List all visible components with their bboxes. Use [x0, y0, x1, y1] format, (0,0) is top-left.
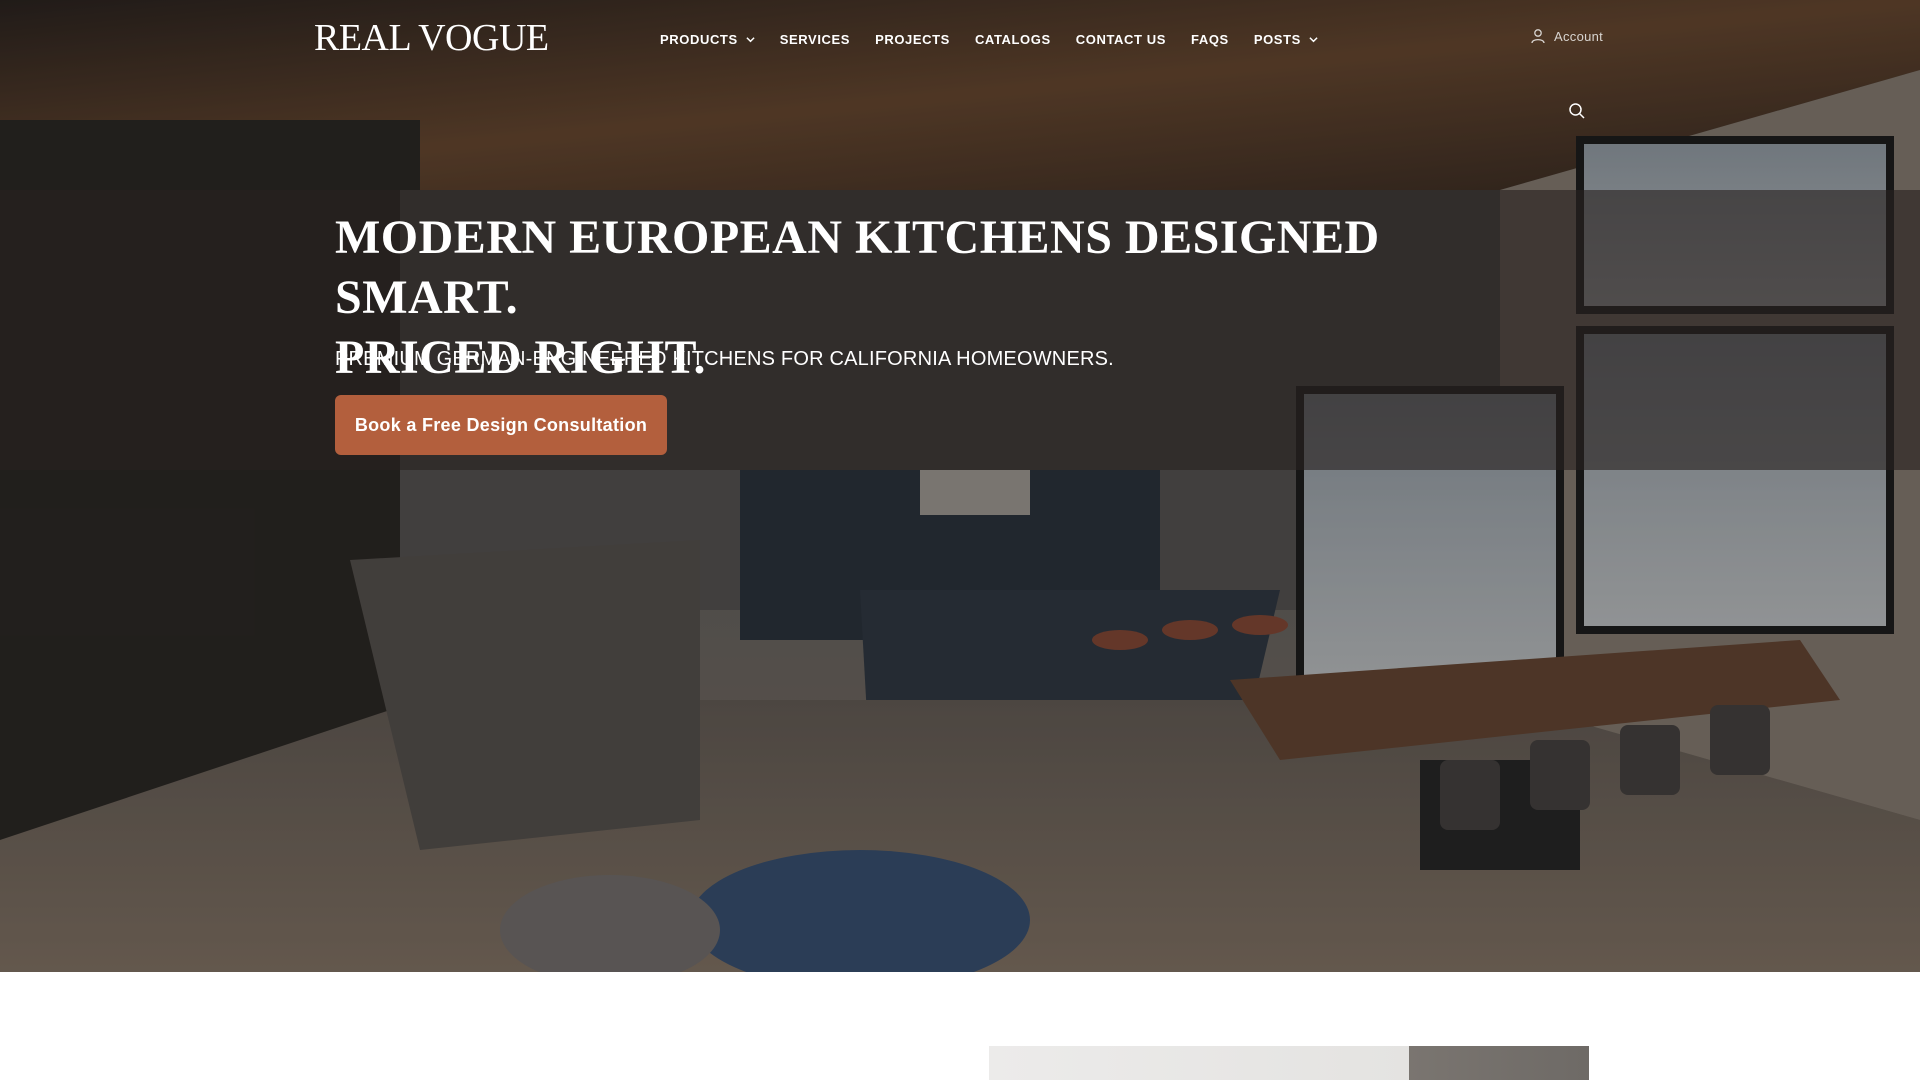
chevron-down-icon [1309, 36, 1318, 42]
site-header: REAL VOGUE PRODUCTS SERVICES PROJECTS CA… [0, 0, 1920, 119]
user-icon [1531, 29, 1545, 44]
nav-label: CATALOGS [974, 31, 1051, 47]
nav-item-services[interactable]: SERVICES [780, 28, 850, 50]
nav-label: FAQS [1191, 31, 1229, 47]
nav-item-faqs[interactable]: FAQS [1191, 28, 1229, 50]
nav-item-catalogs[interactable]: CATALOGS [975, 28, 1051, 50]
nav-item-projects[interactable]: PROJECTS [875, 28, 950, 50]
nav-label: POSTS [1253, 31, 1301, 47]
book-consultation-button[interactable]: Book a Free Design Consultation [335, 395, 667, 455]
nav-item-contact-us[interactable]: CONTACT US [1076, 28, 1166, 50]
account-label: Account [1554, 28, 1604, 44]
section-preview-image [989, 1046, 1589, 1080]
nav-label: CONTACT US [1075, 31, 1167, 47]
nav-item-posts[interactable]: POSTS [1254, 28, 1318, 50]
nav-label: SERVICES [779, 31, 851, 47]
main-nav: PRODUCTS SERVICES PROJECTS CATALOGS CONT… [660, 28, 1343, 50]
nav-label: PROJECTS [875, 31, 950, 47]
nav-label: PRODUCTS [660, 31, 738, 47]
hero-subheadline: PREMIUM GERMAN-ENGINEERED KITCHENS FOR C… [335, 348, 1114, 370]
account-link[interactable]: Account [1530, 28, 1603, 44]
hero-overlay [0, 0, 1920, 972]
headline-line-1: MODERN EUROPEAN KITCHENS DESIGNED SMART. [335, 211, 1380, 324]
logo[interactable]: REAL VOGUE [314, 18, 549, 58]
chevron-down-icon [746, 36, 755, 42]
nav-item-products[interactable]: PRODUCTS [660, 28, 755, 50]
hero-section: REAL VOGUE PRODUCTS SERVICES PROJECTS CA… [0, 0, 1920, 972]
search-icon[interactable] [1568, 102, 1586, 120]
